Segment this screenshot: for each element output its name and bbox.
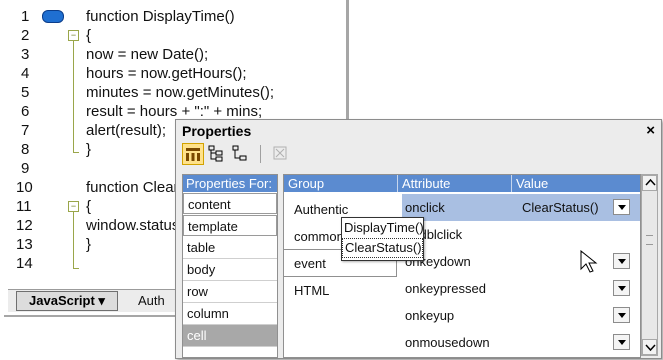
group-view-icon[interactable] <box>182 143 204 165</box>
code-line[interactable]: alert(result); <box>86 121 166 140</box>
line-number: 13 <box>16 236 33 253</box>
language-dropdown-button[interactable]: JavaScript ▾ <box>16 291 118 311</box>
chevron-down-icon[interactable] <box>613 280 630 296</box>
scroll-grip[interactable] <box>646 235 653 245</box>
value-cell[interactable] <box>518 302 640 329</box>
line-number: 5 <box>21 84 30 101</box>
list-item[interactable]: template <box>183 215 277 236</box>
tab-authentic[interactable]: Auth <box>138 293 165 308</box>
toolbar-separator <box>260 145 261 163</box>
list-item[interactable]: row <box>183 281 277 303</box>
chevron-down-icon[interactable] <box>613 253 630 269</box>
list-item[interactable]: column <box>183 303 277 325</box>
line-number: 9 <box>21 160 30 177</box>
group-item[interactable]: HTML <box>284 281 397 301</box>
list-view-icon[interactable] <box>230 143 250 163</box>
line-number: 4 <box>21 65 30 82</box>
code-line[interactable]: now = new Date(); <box>86 45 208 64</box>
list-item[interactable]: table <box>183 237 277 259</box>
code-line[interactable]: { <box>86 197 91 216</box>
fold-line <box>73 212 74 269</box>
code-line[interactable]: minutes = now.getMinutes(); <box>86 83 274 102</box>
line-number: 12 <box>16 217 33 234</box>
line-number: 7 <box>21 122 30 139</box>
line-gutter: 1 2 3 4 5 6 7 8 9 10 11 12 13 14 <box>4 0 70 286</box>
dropdown-option-selected[interactable]: ClearStatus() <box>342 238 423 258</box>
window-title: Properties <box>182 123 252 139</box>
code-line[interactable]: } <box>86 235 91 254</box>
code-line[interactable]: } <box>86 140 91 159</box>
dropdown-option[interactable]: DisplayTime() <box>342 218 424 238</box>
fold-toggle-icon[interactable]: − <box>68 30 79 41</box>
line-number: 3 <box>21 46 30 63</box>
scroll-up-icon[interactable] <box>642 175 657 191</box>
attribute-row[interactable]: onkeyup <box>402 302 518 329</box>
line-number: 11 <box>16 198 32 215</box>
line-number: 2 <box>21 27 30 44</box>
column-header-group: Group <box>284 175 398 192</box>
code-line[interactable]: { <box>86 26 91 45</box>
properties-for-list: Properties For: content template table b… <box>182 174 278 358</box>
value-cell[interactable] <box>518 248 640 275</box>
value-text: ClearStatus() <box>522 200 599 215</box>
fold-end <box>73 152 79 153</box>
vertical-scrollbar[interactable] <box>641 174 658 356</box>
fold-end <box>73 268 79 269</box>
list-item[interactable]: body <box>183 259 277 281</box>
column-header-attribute: Attribute <box>398 175 512 192</box>
column-header-value: Value <box>512 175 640 192</box>
value-cell[interactable] <box>518 329 640 356</box>
mouse-pointer-icon <box>580 250 598 273</box>
list-item[interactable]: content <box>183 193 277 214</box>
properties-for-header: Properties For: <box>183 175 277 192</box>
fold-line <box>73 41 74 153</box>
line-number: 14 <box>16 255 33 272</box>
attribute-row[interactable]: onmousedown <box>402 329 518 356</box>
attribute-row[interactable]: onkeypressed <box>402 275 518 302</box>
value-cell[interactable]: ClearStatus() <box>518 194 640 221</box>
close-icon[interactable]: × <box>646 122 655 139</box>
scroll-down-icon[interactable] <box>642 339 657 355</box>
fold-toggle-icon[interactable]: − <box>68 201 79 212</box>
line-number: 6 <box>21 103 30 120</box>
code-line[interactable]: function DisplayTime() <box>86 7 235 26</box>
chevron-down-icon[interactable] <box>613 199 630 215</box>
chevron-down-icon[interactable] <box>613 307 630 323</box>
list-item[interactable]: cell <box>183 325 277 347</box>
value-dropdown-list[interactable]: DisplayTime() ClearStatus() <box>341 217 424 261</box>
breakpoint-icon[interactable] <box>42 10 64 23</box>
disabled-tool-icon <box>270 143 290 163</box>
value-cell[interactable] <box>518 275 640 302</box>
code-line[interactable]: hours = now.getHours(); <box>86 64 247 83</box>
line-number: 10 <box>16 179 33 196</box>
line-number: 1 <box>21 8 30 25</box>
line-number: 8 <box>21 141 30 158</box>
tree-view-icon[interactable] <box>206 143 226 163</box>
chevron-down-icon[interactable] <box>613 334 630 350</box>
